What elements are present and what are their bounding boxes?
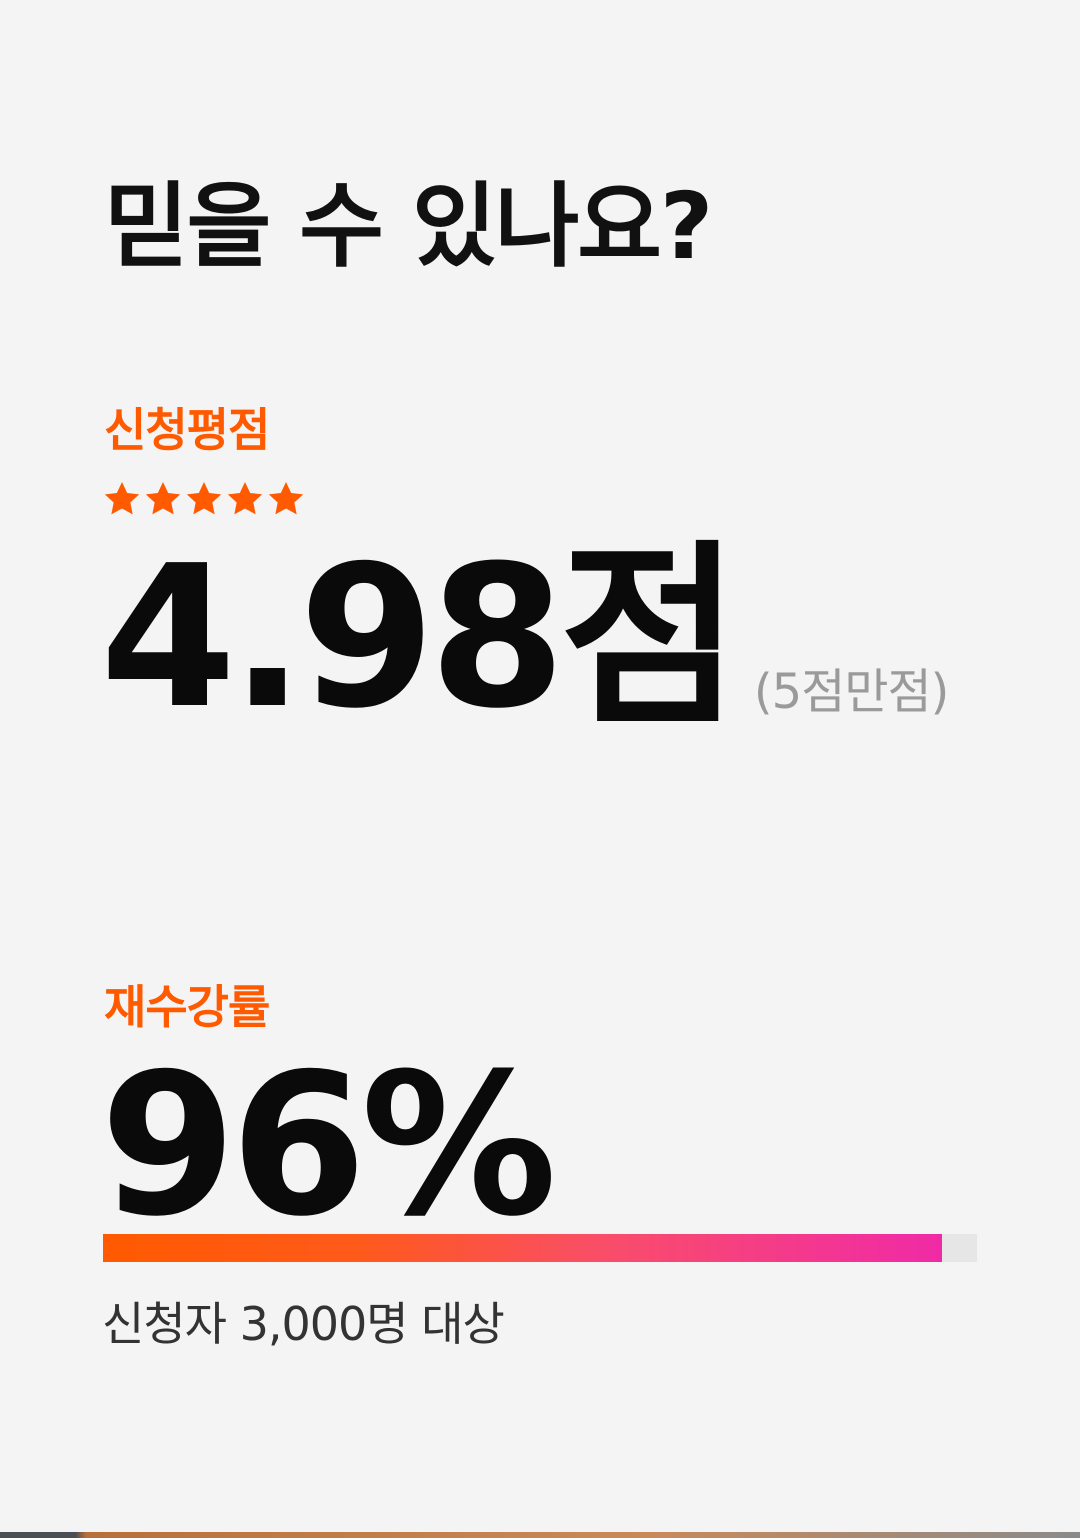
rating-score-row: 4.98점 (5점만점) bbox=[100, 524, 949, 752]
star-icon bbox=[143, 476, 183, 522]
star-icon bbox=[184, 476, 224, 522]
bottom-edge-strip bbox=[0, 1532, 1080, 1538]
survey-footnote: 신청자 3,000명 대상 bbox=[102, 1297, 505, 1351]
rating-scale-note: (5점만점) bbox=[753, 664, 949, 720]
star-icon bbox=[266, 476, 306, 522]
retake-rate-value: 96% bbox=[100, 1032, 557, 1260]
retake-rate-progress-bar bbox=[103, 1234, 977, 1262]
retake-rate-progress-fill bbox=[103, 1234, 943, 1262]
star-icon bbox=[225, 476, 265, 522]
rating-label: 신청평점 bbox=[104, 403, 270, 457]
star-rating bbox=[102, 476, 306, 522]
retake-rate-label: 재수강률 bbox=[104, 980, 270, 1034]
rating-value: 4.98점 bbox=[100, 524, 740, 752]
star-icon bbox=[102, 476, 142, 522]
section-title: 믿을 수 있나요? bbox=[104, 173, 713, 280]
